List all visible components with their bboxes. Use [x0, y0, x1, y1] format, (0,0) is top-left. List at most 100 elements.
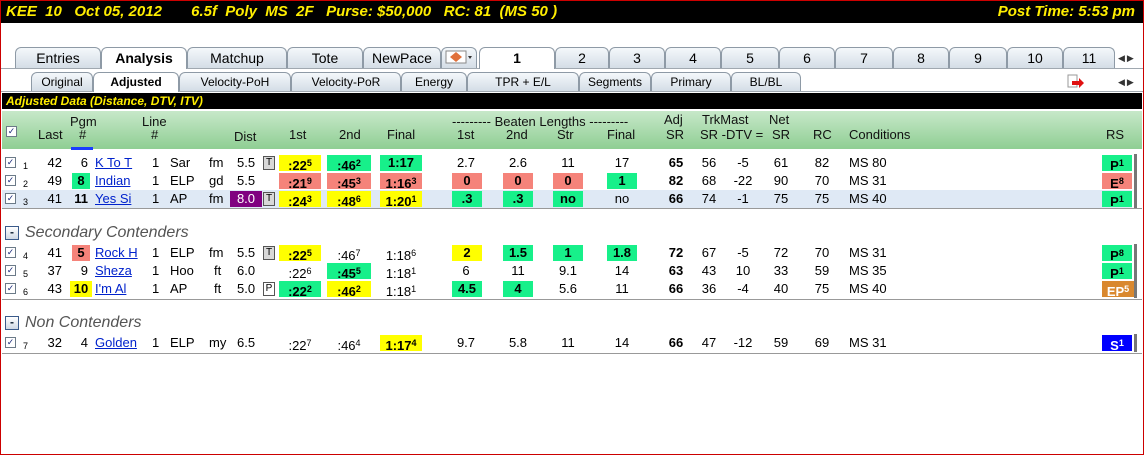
cell-rs: E8 — [1102, 173, 1132, 191]
horse-link[interactable]: Yes Si — [95, 191, 131, 207]
section-non-contenders: - Non Contenders — [2, 314, 602, 332]
tab-race-6[interactable]: 6 — [779, 47, 835, 68]
row-checkbox[interactable]: ✓ — [5, 247, 16, 258]
cell-first-call: :225 — [279, 245, 321, 263]
scrollbar[interactable] — [1134, 244, 1137, 298]
cell-dist: 5.5 — [237, 155, 256, 170]
tab-tote[interactable]: Tote — [287, 47, 363, 68]
tab-race-2[interactable]: 2 — [555, 47, 609, 68]
tab-race-10[interactable]: 10 — [1007, 47, 1063, 68]
table-row[interactable]: ✓ 6 43 10 I'm Al 1 AP ft 5.0 P :222 :462… — [2, 280, 1134, 299]
tab-newpace[interactable]: NewPace — [363, 47, 441, 68]
col-trkmast[interactable]: TrkMast — [702, 112, 748, 127]
tab-energy[interactable]: Energy — [401, 72, 467, 91]
scrollbar[interactable] — [1134, 334, 1137, 352]
divider — [2, 208, 1142, 209]
col-bl-second[interactable]: 2nd — [506, 127, 528, 142]
cell-surface: fm — [209, 155, 224, 170]
col-final[interactable]: Final — [387, 127, 415, 142]
cell-rs: P1 — [1102, 191, 1132, 209]
cell-bl-second: 5.8 — [508, 335, 528, 350]
row-checkbox[interactable]: ✓ — [5, 157, 16, 168]
row-checkbox[interactable]: ✓ — [5, 283, 16, 294]
tab-segments[interactable]: Segments — [579, 72, 651, 91]
select-all-checkbox[interactable]: ✓ — [6, 126, 17, 137]
tab-primary[interactable]: Primary — [651, 72, 731, 91]
export-button[interactable] — [1067, 74, 1085, 93]
cell-net-sr: 61 — [773, 155, 789, 170]
cell-adj-sr: 72 — [668, 245, 684, 260]
cell-track: ELP — [170, 173, 195, 188]
cell-bl-str: no — [553, 191, 583, 207]
table-row[interactable]: ✓ 5 37 9 Sheza 1 Hoo ft 6.0 :226 :455 1:… — [2, 262, 1132, 281]
tab-original[interactable]: Original — [31, 72, 93, 91]
col-rs[interactable]: RS — [1106, 127, 1124, 142]
cell-final: 1:186 — [385, 248, 417, 263]
cell-first-call: :226 — [288, 266, 312, 281]
horse-link[interactable]: Sheza — [95, 263, 132, 279]
tab-analysis[interactable]: Analysis — [101, 47, 187, 69]
col-net[interactable]: Net — [769, 112, 789, 127]
tab-velocity-por[interactable]: Velocity-PoR — [291, 72, 401, 91]
tab-entries[interactable]: Entries — [15, 47, 101, 68]
row-checkbox[interactable]: ✓ — [5, 265, 16, 276]
row-index: 7 — [23, 341, 29, 351]
table-row[interactable]: ✓ 1 42 6 K To T 1 Sar fm 5.5 T :225 :462… — [2, 154, 1132, 173]
tab-race-7[interactable]: 7 — [835, 47, 893, 68]
table-row[interactable]: ✓ 3 41 11 Yes Si 1 AP fm 8.0 T :243 :486… — [2, 190, 1132, 209]
tab-velocity-poh[interactable]: Velocity-PoH — [179, 72, 291, 91]
cell-bl-first: 4.5 — [452, 281, 482, 297]
tab-race-4[interactable]: 4 — [665, 47, 721, 68]
table-row[interactable]: ✓ 7 32 4 Golden 1 ELP my 6.5 :227 :464 1… — [2, 334, 1132, 353]
row-checkbox[interactable]: ✓ — [5, 193, 16, 204]
col-bl-first[interactable]: 1st — [457, 127, 474, 142]
col-first-call[interactable]: 1st — [289, 127, 306, 142]
col-second-call[interactable]: 2nd — [339, 127, 361, 142]
table-row[interactable]: ✓ 2 49 8 Indian 1 ELP gd 5.5 :219 :453 1… — [2, 172, 1132, 191]
horse-link[interactable]: K To T — [95, 155, 132, 171]
scrollbar[interactable] — [1134, 154, 1137, 208]
tab-scroll-arrows[interactable]: ◀▶ — [1118, 53, 1136, 64]
row-checkbox[interactable]: ✓ — [5, 175, 16, 186]
col-conditions[interactable]: Conditions — [849, 127, 910, 142]
horse-link[interactable]: Indian — [95, 173, 130, 189]
tab-adjusted[interactable]: Adjusted — [93, 72, 179, 92]
section-label: Non Contenders — [25, 314, 142, 331]
minus-collapse-icon[interactable]: - — [5, 316, 19, 330]
horse-link[interactable]: Golden — [95, 335, 137, 351]
col-rc[interactable]: RC — [813, 127, 832, 142]
tab-race-5[interactable]: 5 — [721, 47, 779, 68]
cell-line: 1 — [152, 335, 160, 350]
cell-bl-final: 17 — [614, 155, 630, 170]
col-last[interactable]: Last — [38, 127, 63, 142]
subtab-scroll-arrows[interactable]: ◀▶ — [1118, 77, 1136, 88]
cell-conditions: MS 31 — [849, 335, 887, 350]
tab-blbl[interactable]: BL/BL — [731, 72, 801, 91]
col-dist[interactable]: Dist — [234, 129, 256, 144]
col-bl-str[interactable]: Str — [557, 127, 574, 142]
tab-tpr-el[interactable]: TPR + E/L — [467, 72, 579, 91]
red-arrow-icon — [1067, 74, 1084, 88]
row-index: 6 — [23, 287, 29, 297]
cell-conditions: MS 40 — [849, 191, 887, 206]
tab-race-11[interactable]: 11 — [1063, 47, 1115, 68]
horse-link[interactable]: I'm Al — [95, 281, 126, 297]
minus-collapse-icon[interactable]: - — [5, 226, 19, 240]
tab-race-9[interactable]: 9 — [949, 47, 1007, 68]
cell-dist: 5.5 — [237, 173, 256, 188]
cell-rc: 82 — [814, 155, 830, 170]
tab-race-8[interactable]: 8 — [893, 47, 949, 68]
tab-icon-button[interactable] — [441, 47, 477, 68]
cell-rs: S1 — [1102, 335, 1132, 353]
cell-net-sr: 72 — [773, 245, 789, 260]
tab-race-1[interactable]: 1 — [479, 47, 555, 69]
cell-conditions: MS 35 — [849, 263, 887, 278]
cell-net-sr: 90 — [773, 173, 789, 188]
col-adj[interactable]: Adj — [664, 112, 683, 127]
horse-link[interactable]: Rock H — [95, 245, 138, 261]
col-bl-final[interactable]: Final — [607, 127, 635, 142]
tab-race-3[interactable]: 3 — [609, 47, 665, 68]
table-row[interactable]: ✓ 4 41 5 Rock H 1 ELP fm 5.5 T :225 :467… — [2, 244, 1132, 263]
tab-matchup[interactable]: Matchup — [187, 47, 287, 68]
row-checkbox[interactable]: ✓ — [5, 337, 16, 348]
